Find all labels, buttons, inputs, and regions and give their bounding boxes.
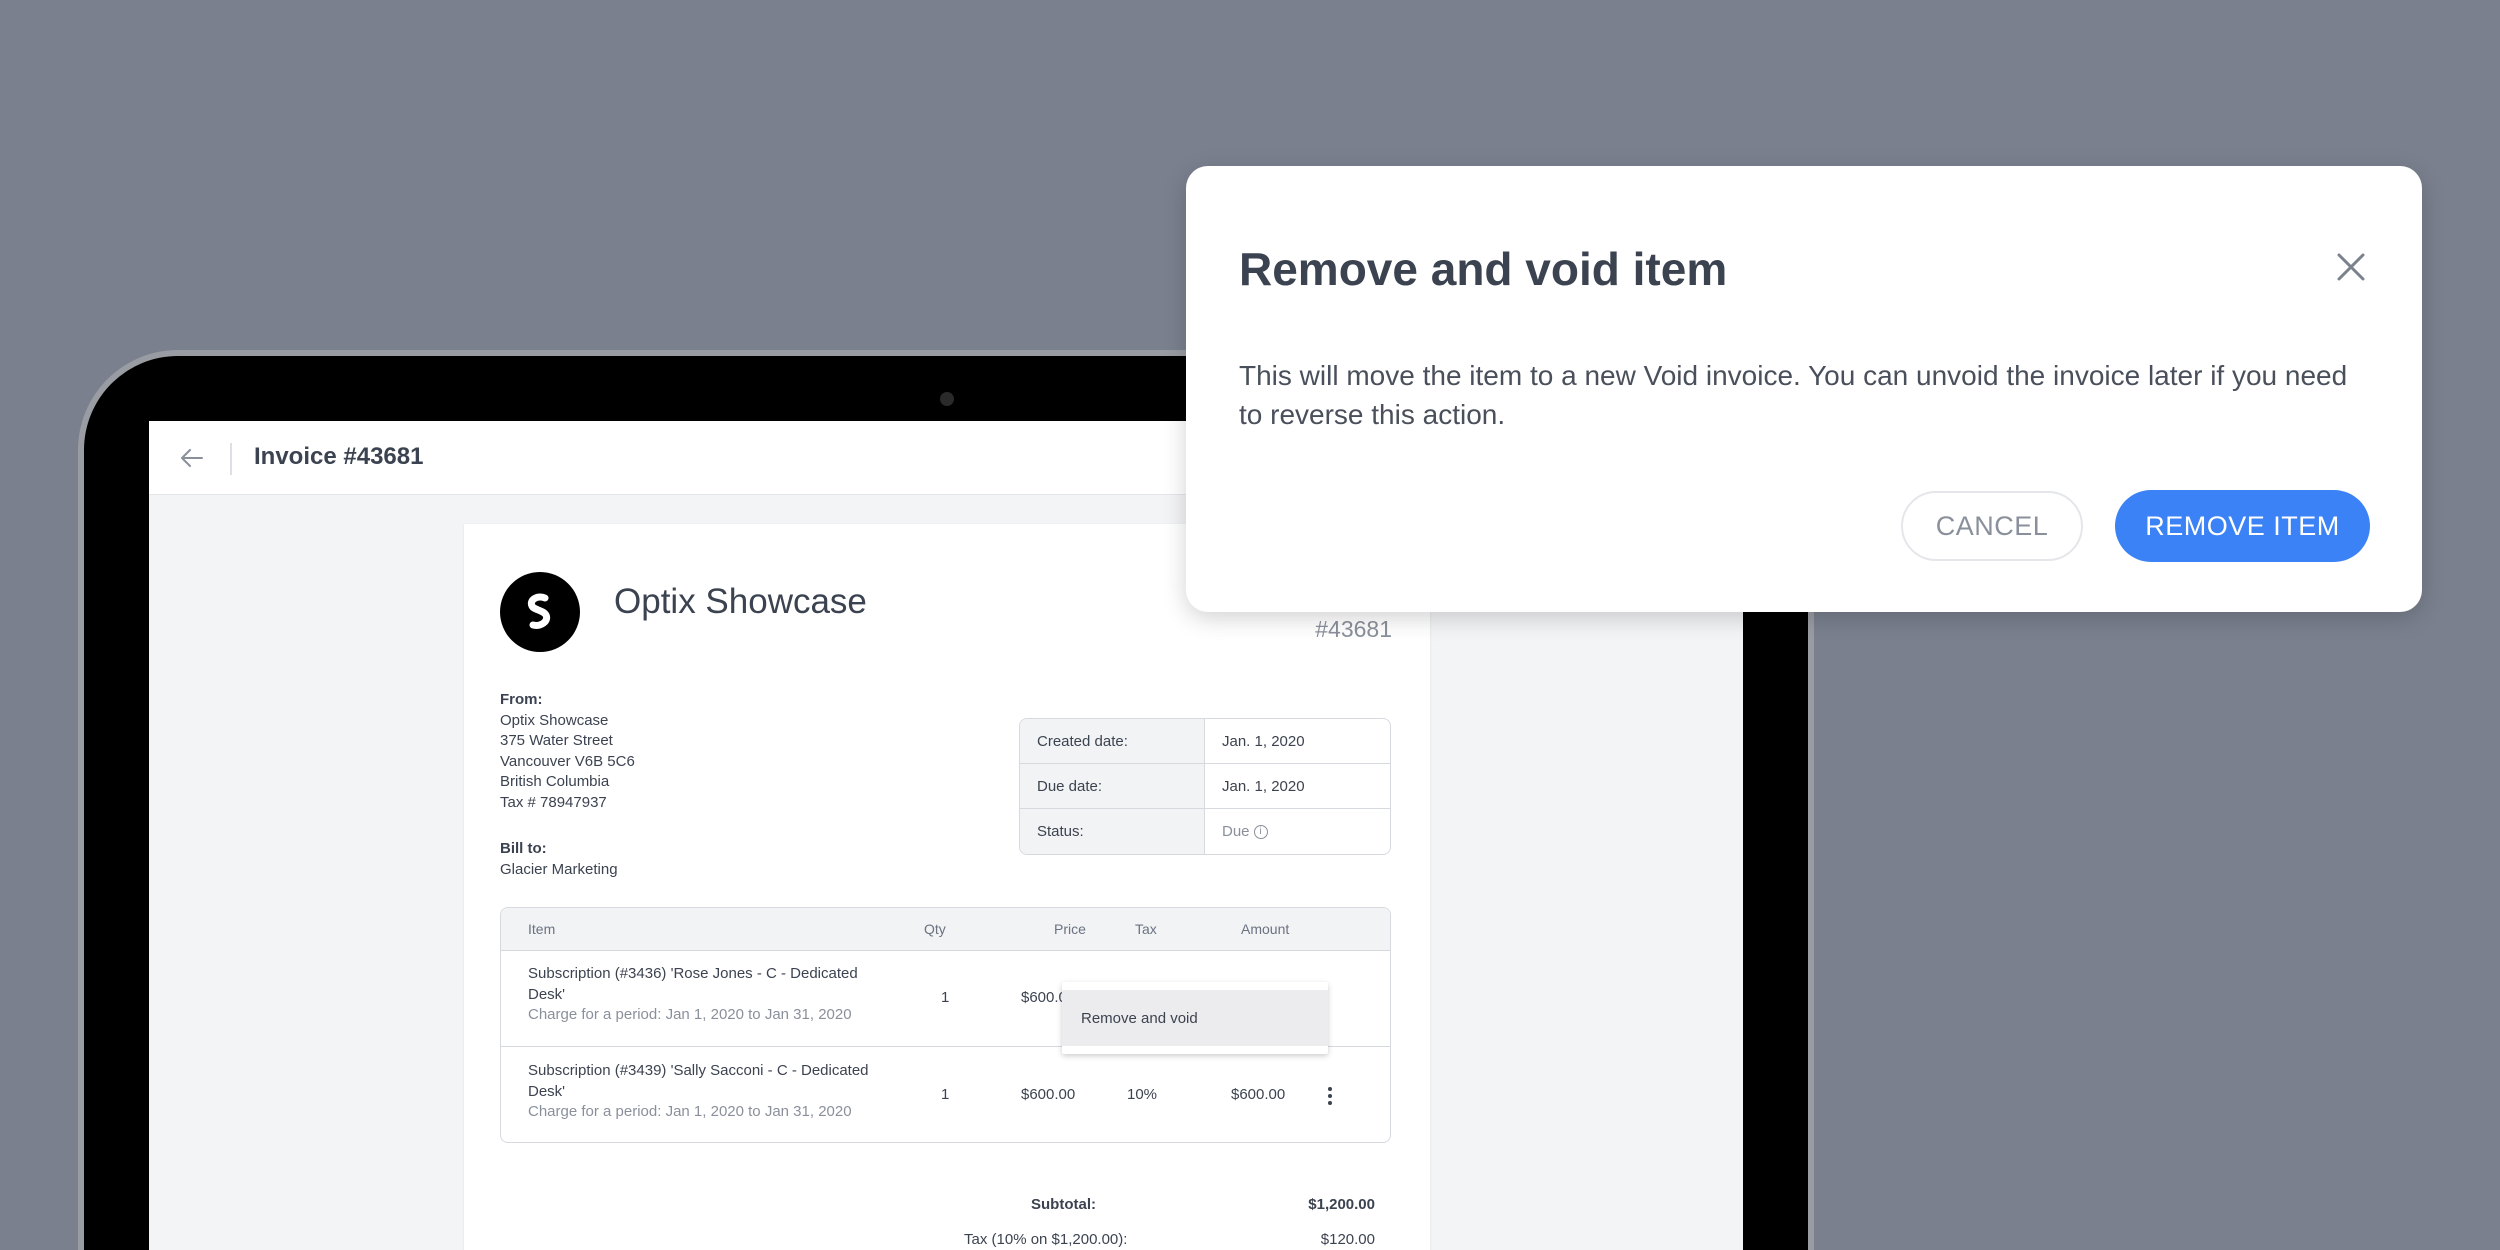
meta-value: Jan. 1, 2020: [1222, 777, 1305, 795]
item-title: Subscription (#3439) 'Sally Sacconi - C …: [528, 1062, 869, 1100]
bill-to-name: Glacier Marketing: [500, 860, 618, 878]
item-price: $600.00: [1021, 1086, 1076, 1103]
item-title: Subscription (#3436) 'Rose Jones - C - D…: [528, 965, 858, 1003]
col-tax: Tax: [1135, 921, 1157, 937]
from-label: From:: [500, 691, 543, 708]
from-line: Vancouver V6B 5C6: [500, 752, 635, 770]
remove-item-button[interactable]: REMOVE ITEM: [2115, 490, 2370, 562]
meta-key: Status:: [1020, 809, 1205, 854]
col-amount: Amount: [1241, 921, 1290, 937]
cancel-button[interactable]: CANCEL: [1901, 491, 2083, 561]
subtotal-label: Subtotal:: [1031, 1196, 1096, 1213]
from-line: Optix Showcase: [500, 711, 609, 729]
item-period: Charge for a period: Jan 1, 2020 to Jan …: [528, 1006, 852, 1023]
table-header: Item Qty Price Tax Amount: [501, 908, 1390, 951]
from-line: Tax # 78947937: [500, 793, 607, 811]
status-text: Due: [1222, 823, 1250, 840]
meta-value: Jan. 1, 2020: [1222, 732, 1305, 750]
col-price: Price: [1054, 921, 1086, 937]
modal-title: Remove and void item: [1239, 243, 1728, 295]
from-line: 375 Water Street: [500, 732, 613, 749]
close-button[interactable]: [2326, 242, 2376, 292]
kebab-menu-icon: [1328, 1087, 1332, 1105]
col-item: Item: [528, 921, 556, 937]
invoice-sheet: Optix Showcase #43681 From: Optix Showca…: [464, 524, 1430, 1250]
subtotal-value: $1,200.00: [1308, 1196, 1375, 1213]
col-qty: Qty: [924, 921, 946, 937]
camera-dot: [940, 392, 954, 406]
from-address: From: Optix Showcase 375 Water Street Va…: [500, 690, 635, 813]
remove-void-modal: Remove and void item This will move the …: [1186, 166, 2422, 612]
item-qty: 1: [941, 1086, 950, 1103]
meta-key: Created date:: [1020, 719, 1205, 763]
info-icon[interactable]: i: [1253, 824, 1268, 839]
from-line: British Columbia: [500, 773, 610, 790]
meta-key: Due date:: [1020, 764, 1205, 808]
close-icon: [2337, 253, 2365, 281]
modal-message: This will move the item to a new Void in…: [1239, 360, 2348, 430]
tax-value: $120.00: [1320, 1231, 1375, 1248]
table-row: Subscription (#3439) 'Sally Sacconi - C …: [501, 1048, 1390, 1144]
topbar-divider: [230, 443, 232, 475]
meta-row-created: Created date: Jan. 1, 2020: [1020, 719, 1390, 764]
page-title: Invoice #43681: [254, 443, 424, 470]
row-context-menu: Remove and void: [1062, 982, 1328, 1054]
item-tax: 10%: [1127, 1086, 1158, 1103]
optix-logo-icon: [500, 572, 580, 652]
menu-item-remove-and-void[interactable]: Remove and void: [1062, 990, 1328, 1046]
arrow-left-icon: [181, 449, 203, 467]
status-value: Due i: [1205, 809, 1390, 854]
item-qty: 1: [941, 989, 950, 1006]
company-name: Optix Showcase: [614, 582, 867, 621]
item-amount: $600.00: [1231, 1086, 1286, 1103]
bill-to-label: Bill to:: [500, 840, 547, 857]
tax-label: Tax (10% on $1,200.00):: [964, 1231, 1128, 1248]
row-menu-button[interactable]: [1318, 1084, 1342, 1108]
meta-row-status: Status: Due i: [1020, 809, 1390, 854]
invoice-number: #43681: [1315, 616, 1392, 642]
bill-to: Bill to: Glacier Marketing: [500, 839, 618, 880]
meta-row-due: Due date: Jan. 1, 2020: [1020, 764, 1390, 809]
item-period: Charge for a period: Jan 1, 2020 to Jan …: [528, 1103, 852, 1120]
back-button[interactable]: [171, 437, 213, 479]
item-description: Subscription (#3439) 'Sally Sacconi - C …: [528, 1061, 888, 1123]
item-description: Subscription (#3436) 'Rose Jones - C - D…: [528, 964, 888, 1026]
invoice-meta-table: Created date: Jan. 1, 2020 Due date: Jan…: [1019, 718, 1391, 855]
